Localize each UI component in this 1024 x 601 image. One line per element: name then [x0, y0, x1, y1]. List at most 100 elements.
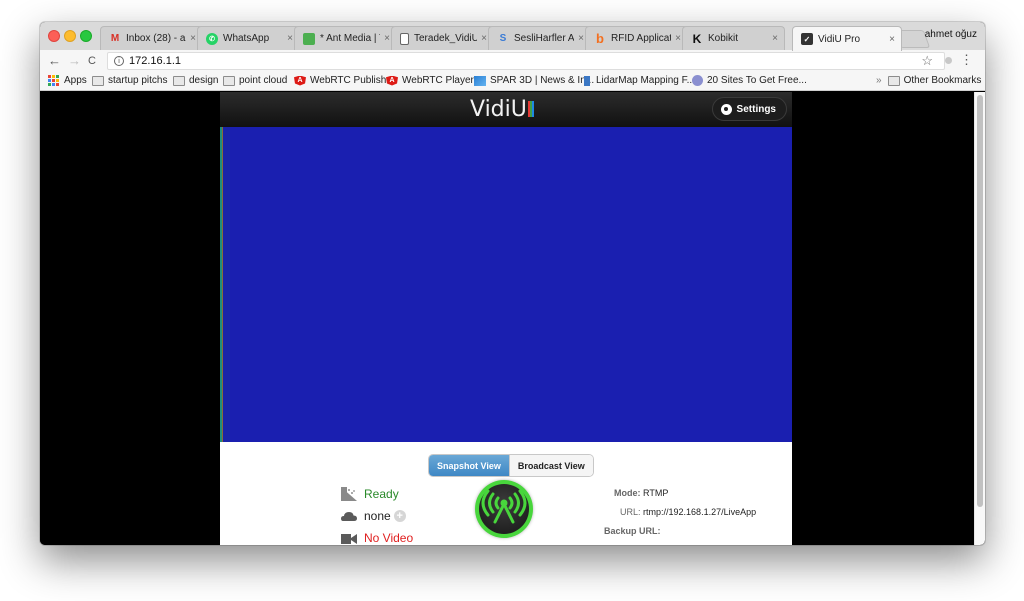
bookmark-webrtc-player[interactable]: A WebRTC Player: [386, 75, 474, 86]
video-state-text: No Video: [364, 531, 414, 545]
logo-color-bars: [527, 101, 534, 117]
preview-edge-artifact: [223, 127, 230, 442]
tab-title: VidiU Pro: [818, 33, 861, 45]
bookmark-label: point cloud: [239, 75, 288, 86]
extension-icon[interactable]: [945, 57, 952, 64]
tab-title: Kobikit: [708, 33, 739, 44]
info-icon[interactable]: i: [114, 56, 124, 66]
address-text[interactable]: 172.16.1.1: [129, 55, 181, 67]
apps-grid-icon: [48, 75, 60, 86]
url-value[interactable]: rtmp://192.168.1.27/LiveApp: [643, 507, 756, 517]
logo-text: VidiU: [470, 96, 527, 122]
angular-icon: A: [386, 75, 398, 86]
app-header: VidiU Settings: [220, 92, 792, 127]
bookmark-apps[interactable]: Apps: [48, 75, 87, 86]
tab-gmail[interactable]: M Inbox (28) - ah ×: [100, 26, 203, 50]
bookmark-label: Apps: [64, 75, 87, 86]
page-scrollbar[interactable]: [974, 92, 985, 545]
broadcast-antenna-icon: [481, 489, 527, 524]
vidiu-logo: VidiU: [470, 96, 534, 122]
tab-whatsapp[interactable]: ✆ WhatsApp ×: [197, 26, 300, 50]
tab-title: SesliHarfler Ad: [514, 33, 575, 44]
folder-icon: [223, 75, 235, 86]
bookmark-design[interactable]: design: [173, 75, 218, 86]
tab-rfid[interactable]: b RFID Applicatio ×: [585, 26, 688, 50]
gmail-icon: M: [110, 33, 120, 44]
browser-toolbar: ← → C i 172.16.1.1 ☆ ⋮: [40, 50, 985, 72]
tab-sesliharfler[interactable]: S SesliHarfler Ad ×: [488, 26, 591, 50]
folder-icon: [173, 75, 185, 86]
bookmark-label: WebRTC Publish: [310, 75, 387, 86]
tab-vidiu-pro[interactable]: ✓ VidiU Pro ×: [792, 26, 902, 51]
browser-menu-icon[interactable]: ⋮: [960, 52, 973, 68]
reload-icon[interactable]: C: [88, 53, 96, 69]
angular-icon: A: [294, 75, 306, 86]
bookmark-point-cloud[interactable]: point cloud: [223, 75, 287, 86]
close-tab-icon[interactable]: ×: [772, 33, 778, 44]
settings-button[interactable]: Settings: [711, 97, 787, 121]
close-tab-icon[interactable]: ×: [384, 33, 390, 44]
tab-ant-media[interactable]: * Ant Media | T ×: [294, 26, 397, 50]
close-window-button[interactable]: [48, 30, 60, 42]
bookmark-star-icon[interactable]: ☆: [921, 53, 933, 69]
globe-icon: [692, 75, 703, 86]
other-bookmarks-label: Other Bookmarks: [903, 75, 982, 86]
close-tab-icon[interactable]: ×: [889, 34, 895, 45]
cloud-service-text: none: [364, 509, 391, 523]
video-camera-icon: [341, 531, 357, 545]
bookmark-lidarmap[interactable]: LidarMap Mapping F...: [581, 75, 695, 86]
snapshot-view-button[interactable]: Snapshot View: [429, 455, 509, 476]
bookmarks-bar: Apps startup pitchs design point cloud A…: [40, 72, 985, 91]
tab-title: * Ant Media | T: [320, 33, 381, 44]
ant-media-icon: [303, 32, 315, 45]
address-bar[interactable]: i 172.16.1.1: [107, 52, 945, 70]
cloud-icon: [341, 509, 357, 523]
minimize-window-button[interactable]: [64, 30, 76, 42]
tab-title: RFID Applicatio: [611, 33, 671, 44]
close-tab-icon[interactable]: ×: [675, 33, 681, 44]
broadcast-button-face: [479, 484, 529, 534]
settings-label: Settings: [736, 103, 776, 115]
add-cloud-service-icon[interactable]: +: [393, 510, 406, 522]
bookmark-overflow[interactable]: » Other Bookmarks: [876, 75, 981, 86]
bookmark-label: 20 Sites To Get Free...: [707, 75, 807, 86]
broadcast-view-button[interactable]: Broadcast View: [508, 455, 593, 476]
url-row: URL: rtmp://192.168.1.27/LiveApp: [620, 507, 756, 517]
signal-status-icon: [341, 487, 357, 501]
bookmark-spar3d[interactable]: SPAR 3D | News & In...: [474, 75, 594, 86]
video-preview: [220, 127, 792, 442]
bookmark-label: SPAR 3D | News & In...: [490, 75, 595, 86]
close-tab-icon[interactable]: ×: [287, 33, 293, 44]
bookmark-startup-pitchs[interactable]: startup pitchs: [92, 75, 167, 86]
vidiu-icon: ✓: [801, 33, 813, 45]
mode-label: Mode:: [614, 488, 641, 498]
bookmark-label: design: [189, 75, 219, 86]
mode-value: RTMP: [643, 488, 669, 498]
bookmark-20-sites[interactable]: 20 Sites To Get Free...: [692, 75, 807, 86]
start-broadcast-button[interactable]: [475, 480, 533, 538]
back-icon[interactable]: ←: [48, 53, 61, 69]
maximize-window-button[interactable]: [80, 30, 92, 42]
whatsapp-icon: ✆: [206, 32, 218, 45]
folder-icon: [887, 75, 900, 86]
vidiu-app: VidiU Settings Snapshot View Broadcast V…: [220, 92, 792, 545]
tab-kobikit[interactable]: K Kobikit ×: [682, 26, 785, 50]
url-label: URL:: [620, 507, 641, 517]
close-tab-icon[interactable]: ×: [481, 33, 487, 44]
tab-title: Teradek_VidiU_: [414, 33, 477, 44]
forward-icon[interactable]: →: [68, 53, 81, 69]
backup-url-row: Backup URL:: [604, 526, 661, 536]
profile-name[interactable]: ahmet oğuz: [925, 29, 977, 40]
gear-icon: [720, 103, 732, 115]
bookmark-label: startup pitchs: [108, 75, 168, 86]
view-toggle: Snapshot View Broadcast View: [428, 454, 594, 477]
b-logo-icon: b: [596, 31, 604, 46]
scrollbar-thumb[interactable]: [977, 95, 983, 507]
lidarmap-icon: [584, 75, 590, 86]
tab-title: WhatsApp: [223, 33, 270, 44]
close-tab-icon[interactable]: ×: [190, 33, 196, 44]
overflow-chevron-icon: »: [876, 75, 882, 86]
bookmark-webrtc-publish[interactable]: A WebRTC Publish: [294, 75, 386, 86]
close-tab-icon[interactable]: ×: [578, 33, 584, 44]
tab-teradek[interactable]: Teradek_VidiU_ ×: [391, 26, 494, 50]
